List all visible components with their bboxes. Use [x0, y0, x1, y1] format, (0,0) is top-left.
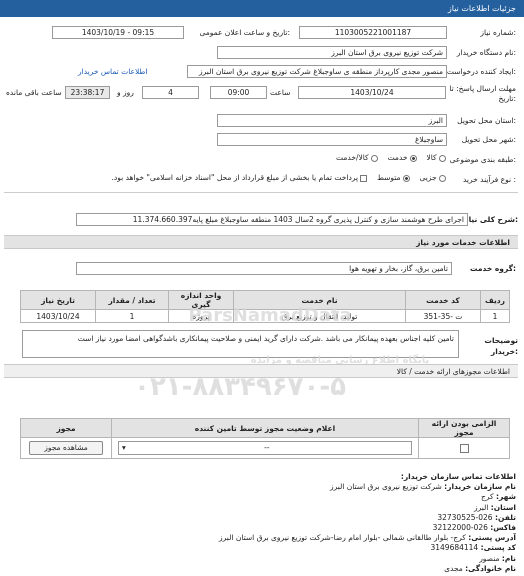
radio-icon[interactable] [439, 174, 446, 182]
mandatory-checkbox-icon[interactable] [459, 443, 469, 453]
buyer-org-field[interactable]: شرکت توزیع نیروی برق استان البرز [217, 46, 447, 59]
radio-selected-icon[interactable] [409, 154, 417, 162]
permits-section-header: اطلاعات مجوزهای ارائه خدمت / کالا [4, 364, 518, 378]
process-radio-group: جزیی متوسط پرداخت تمام یا بخشی از مبلغ ق… [112, 173, 446, 182]
page-title: جزئیات اطلاعات نیاز [447, 4, 516, 13]
col-permit: مجوز [20, 418, 112, 438]
announce-date-label: تاریخ و ساعت اعلان عمومی: [199, 28, 290, 37]
contact-line-city: شهر: کرج [481, 492, 516, 502]
deadline-time-label: ساعت [270, 88, 291, 97]
services-section-header: اطلاعات خدمات مورد نیاز [4, 235, 518, 249]
remaining-time-field: 23:38:17 [65, 86, 110, 99]
table-row: -- ▾ مشاهده مجوز [20, 437, 510, 459]
contact-line-postal-code: کد پستی: 3149684114 [430, 543, 516, 553]
chevron-down-icon: ▾ [122, 443, 126, 452]
category-option-both[interactable]: کالا/خدمت [336, 153, 379, 162]
cell-row: 1 [480, 309, 510, 323]
deadline-date-field[interactable]: 1403/10/24 [298, 86, 446, 99]
col-need-date: تاریخ نیاز [20, 290, 96, 310]
contact-section: اطلاعات تماس سازمان خریدار: نام سازمان خ… [16, 472, 516, 574]
contact-line-province: استان: البرز [473, 502, 516, 512]
divider [4, 192, 518, 193]
radio-selected-icon[interactable] [402, 174, 410, 182]
col-permit-status: اعلام وضعیت مجوز توسط تامین کننده [111, 418, 419, 438]
category-option-service[interactable]: خدمت [388, 153, 417, 162]
need-number-field[interactable]: 1103005221001187 [299, 26, 447, 39]
cell-permit: مشاهده مجوز [20, 437, 112, 459]
cell-mandatory [418, 437, 510, 459]
days-label: روز و [117, 88, 134, 97]
contact-line-org: نام سازمان خریدار: شرکت توزیع نیروی برق … [329, 482, 516, 492]
buyer-notes-label: توضیحات خریدار: [484, 336, 518, 356]
permits-table: الزامی بودن ارائه مجوز اعلام وضعیت مجوز … [20, 418, 510, 459]
category-option-goods[interactable]: کالا [426, 153, 446, 162]
contact-line-fax: فاکس: 026-32122000 [432, 523, 516, 533]
table-header-row: الزامی بودن ارائه مجوز اعلام وضعیت مجوز … [20, 418, 510, 438]
permit-status-select[interactable]: -- ▾ [118, 441, 412, 455]
city-field[interactable]: ساوجبلاغ [217, 133, 447, 146]
province-field[interactable]: البرز [217, 114, 447, 127]
service-group-label: گروه خدمت: [469, 264, 516, 273]
requester-label: ایجاد کننده درخواست: [446, 67, 516, 76]
province-label: استان محل تحویل: [457, 116, 516, 125]
category-label: طبقه بندی موضوعی: [449, 155, 516, 164]
requester-field[interactable]: منصور مجدی کارپرداز منطقه ی ساوجبلاغ شرک… [187, 65, 447, 78]
cell-need-date: 1403/10/24 [20, 309, 96, 323]
buyer-notes-field[interactable]: تامین کلیه اجناس بعهده پیمانکار می باشد … [22, 330, 459, 358]
process-label: نوع فرآیند خرید : [462, 175, 516, 184]
radio-icon[interactable] [439, 154, 446, 162]
view-permit-button[interactable]: مشاهده مجوز [29, 441, 103, 455]
contact-line-phone: تلفن: 026-32730525 [437, 512, 516, 522]
contact-line-first-name: نام: منصور [479, 553, 516, 563]
page-header: جزئیات اطلاعات نیاز [0, 0, 524, 17]
deadline-label: مهلت ارسال پاسخ: تا تاریخ: [449, 84, 516, 103]
col-mandatory: الزامی بودن ارائه مجوز [418, 418, 510, 438]
col-row: ردیف [480, 290, 510, 310]
contact-line-address: آدرس پستی: کرج- بلوار طالقانی شمالی -بلو… [219, 533, 516, 543]
contact-title: اطلاعات تماس سازمان خریدار: [400, 472, 516, 481]
summary-label: شرح کلی نیاز: [464, 215, 518, 224]
service-group-field[interactable]: تامین برق، گاز، بخار و تهویه هوا [76, 262, 452, 275]
announce-date-field[interactable]: 1403/10/19 - 09:15 [52, 26, 184, 39]
city-label: شهر محل تحویل: [461, 135, 516, 144]
remaining-time-label: ساعت باقی مانده [6, 88, 62, 97]
summary-field[interactable]: اجرای طرح هوشمند سازی و کنترل پذیری گروه… [76, 213, 468, 226]
radio-icon[interactable] [371, 154, 379, 162]
deadline-time-field[interactable]: 09:00 [210, 86, 267, 99]
category-radio-group: کالا خدمت کالا/خدمت [336, 153, 446, 162]
process-option-minor[interactable]: جزیی [419, 173, 446, 182]
cell-permit-status: -- ▾ [111, 437, 419, 459]
need-number-label: شماره نیاز: [480, 28, 516, 37]
days-remaining-field[interactable]: 4 [142, 86, 199, 99]
buyer-contact-link[interactable]: اطلاعات تماس خریدار [78, 67, 148, 76]
buyer-org-label: نام دستگاه خریدار: [456, 48, 516, 57]
checkbox-icon[interactable] [360, 174, 368, 182]
permit-status-value: -- [264, 443, 270, 452]
contact-line-last-name: نام خانوادگی: مجدی [444, 563, 516, 573]
process-option-medium[interactable]: متوسط [377, 173, 410, 182]
treasury-payment-option[interactable]: پرداخت تمام یا بخشی از مبلغ قرارداد از م… [112, 173, 368, 182]
watermark-brand: ParsNamadData [188, 305, 352, 326]
